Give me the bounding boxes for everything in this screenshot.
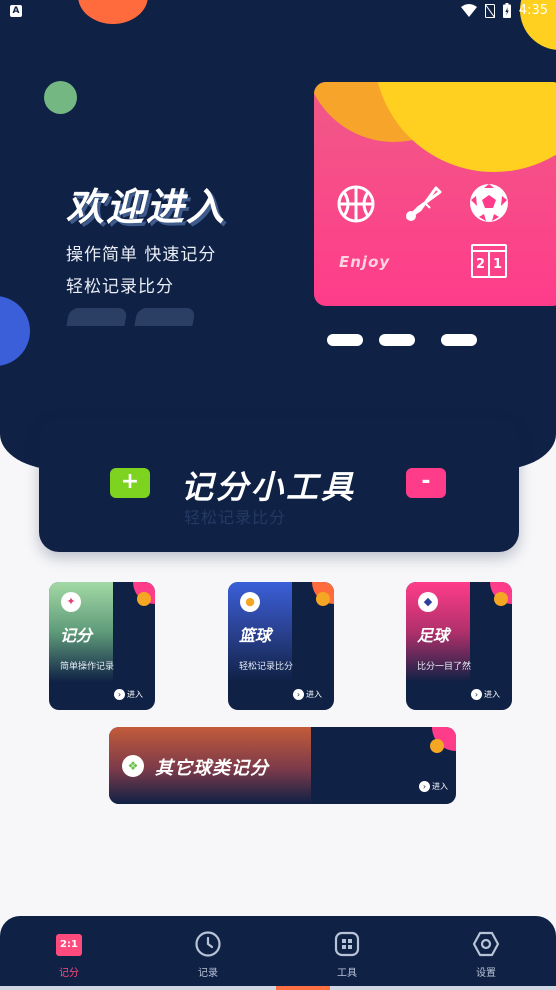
nav-highlight [276, 986, 330, 990]
tab-label: 记分 [59, 968, 79, 979]
enter-link[interactable]: › 进入 [293, 689, 322, 700]
basketball-icon [337, 185, 375, 223]
enter-arrow-icon: › [293, 689, 304, 700]
green-dot [44, 81, 77, 114]
module-dot [430, 739, 444, 753]
carousel-indicator[interactable] [327, 334, 363, 346]
scoreboard-icon: 2 1 [471, 244, 507, 278]
shuttlecock-icon [406, 186, 442, 221]
module-dot [137, 592, 151, 606]
status-notification-badge: A [10, 5, 22, 17]
badminton-icon: ✦ [61, 592, 81, 612]
module-desc: 比分一目了然 [417, 662, 472, 672]
enter-label: 进入 [484, 690, 500, 699]
module-other-ball[interactable]: ❖ 其它球类记分 › 进入 [109, 727, 456, 804]
battery-charging-icon [502, 3, 511, 18]
soccer-ball-icon [470, 184, 508, 222]
card-yellow-shape [374, 82, 556, 172]
basketball-icon: ● [240, 592, 260, 612]
tab-records[interactable]: 记录 [168, 916, 248, 990]
tool-title: 记分小工具 [181, 468, 357, 506]
enter-arrow-icon: › [419, 781, 430, 792]
module-football[interactable]: ◆ 足球 比分一目了然 › 进入 [406, 582, 512, 710]
bottom-tab-bar: 2:1 记分 记录 工具 设置 [0, 916, 556, 990]
scoreboard-left-digit: 2 [476, 257, 486, 272]
enjoy-text: Enjoy [339, 253, 391, 271]
module-dot [494, 592, 508, 606]
plus-button[interactable]: + [110, 468, 150, 498]
scoreboard-right-digit: 1 [493, 257, 503, 272]
module-score[interactable]: ✦ 记分 简单操作记录 › 进入 [49, 582, 155, 710]
decor-pill [66, 308, 128, 326]
clock-icon [195, 931, 221, 957]
no-sim-icon [484, 3, 495, 18]
carousel-indicator[interactable] [379, 334, 415, 346]
enter-link[interactable]: › 进入 [419, 781, 448, 792]
minus-button[interactable]: - [406, 468, 446, 498]
enter-arrow-icon: › [114, 689, 125, 700]
welcome-title: 欢迎进入 [66, 185, 227, 229]
sports-card: Enjoy 2 1 [314, 82, 556, 306]
carousel-indicator[interactable] [441, 334, 477, 346]
wifi-icon [460, 3, 477, 17]
tab-settings[interactable]: 设置 [446, 916, 526, 990]
enter-link[interactable]: › 进入 [471, 689, 500, 700]
module-dot [316, 592, 330, 606]
enter-label: 进入 [306, 690, 322, 699]
system-nav-strip [0, 986, 556, 990]
hero-subtitle-2: 轻松记录比分 [66, 277, 174, 297]
scoreboard-icon: 2:1 [56, 934, 82, 956]
module-desc: 简单操作记录 [60, 662, 115, 672]
clock-time: 4:35 [518, 3, 548, 18]
tab-tools[interactable]: 工具 [307, 916, 387, 990]
tab-score[interactable]: 2:1 记分 [29, 916, 109, 990]
tab-label: 工具 [337, 968, 357, 979]
status-icons: 4:35 [460, 3, 548, 18]
hero-subtitle-1: 操作简单 快速记分 [66, 245, 217, 265]
status-bar: A 4:35 [0, 0, 556, 24]
grid-icon: ❖ [122, 755, 144, 777]
enter-label: 进入 [432, 782, 448, 791]
enter-arrow-icon: › [471, 689, 482, 700]
hex-settings-icon [472, 931, 500, 957]
tab-label: 设置 [476, 968, 496, 979]
tool-subtitle: 轻松记录比分 [184, 508, 287, 527]
soccer-ball-icon: ◆ [418, 592, 438, 612]
enter-link[interactable]: › 进入 [114, 689, 143, 700]
score-tool-panel: + 记分小工具 轻松记录比分 - [39, 418, 519, 552]
module-name: 足球 [417, 626, 450, 645]
enter-label: 进入 [127, 690, 143, 699]
module-name: 记分 [60, 626, 93, 645]
module-name: 篮球 [239, 626, 272, 645]
tab-label: 记录 [198, 968, 218, 979]
module-name: 其它球类记分 [155, 758, 269, 779]
module-basketball[interactable]: ● 篮球 轻松记录比分 › 进入 [228, 582, 334, 710]
apps-icon [334, 931, 360, 957]
blue-blob [0, 296, 30, 366]
hero-banner: A 4:35 欢迎进入 操作简单 快速记分 轻松记录比分 Enjoy 2 1 [0, 0, 556, 470]
decor-pill [134, 308, 196, 326]
module-desc: 轻松记录比分 [239, 662, 294, 672]
